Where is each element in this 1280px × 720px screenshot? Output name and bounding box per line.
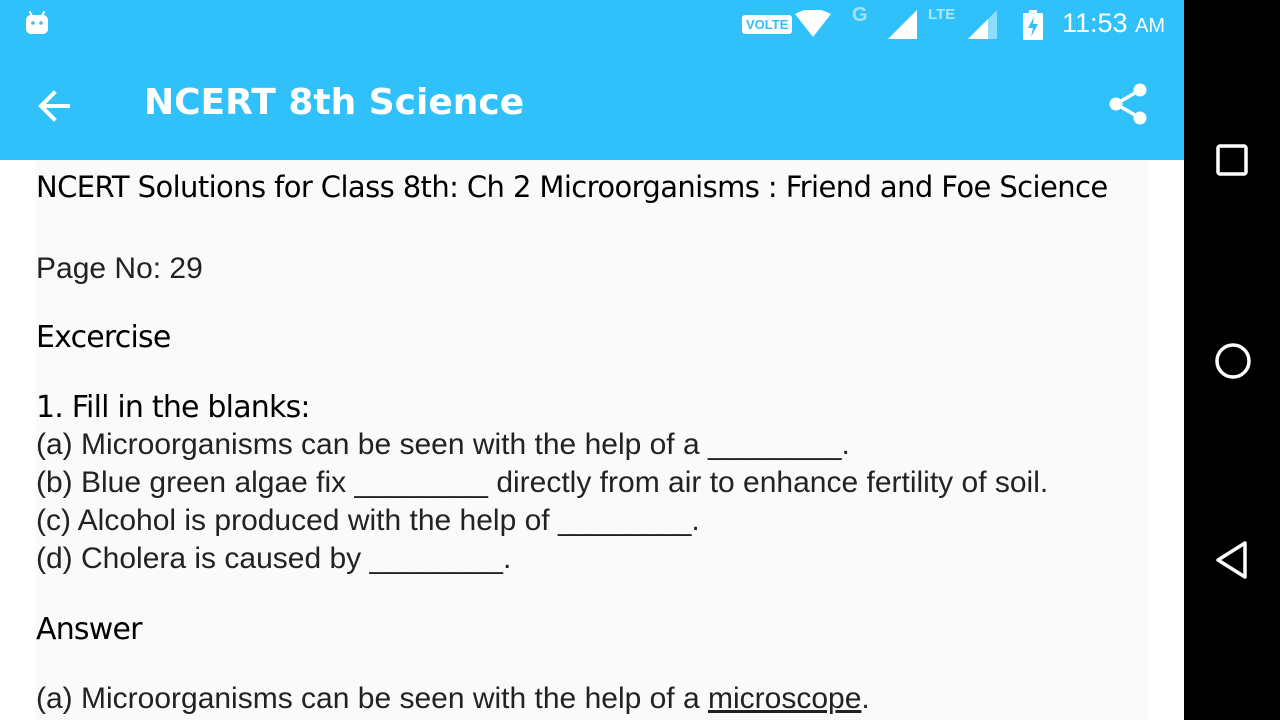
volte-badge: VOLTE [742, 15, 793, 34]
network-g-label: G [852, 4, 868, 26]
answer-value: microscope [708, 682, 862, 715]
article-title: NCERT Solutions for Class 8th: Ch 2 Micr… [36, 170, 1108, 204]
question-line: (c) Alcohol is produced with the help of… [36, 504, 700, 537]
arrow-back-icon[interactable] [30, 82, 82, 130]
cell-signal-icon [888, 10, 917, 39]
page-number: Page No: 29 [36, 252, 203, 285]
question-line: (d) Cholera is caused by ________. [36, 542, 512, 575]
app-bar: NCERT 8th Science [0, 52, 1184, 160]
status-bar: VOLTE G LTE 11:53 AM [0, 0, 1184, 52]
app-title: NCERT 8th Science [144, 82, 525, 123]
answer-line: (a) Microorganisms can be seen with the … [36, 682, 870, 715]
square-recents-icon[interactable] [1216, 144, 1248, 176]
triangle-back-icon[interactable] [1214, 540, 1250, 580]
status-clock: 11:53 AM [1062, 8, 1166, 38]
wifi-icon [795, 10, 831, 37]
network-lte-label: LTE [928, 6, 956, 23]
question-line: (a) Microorganisms can be seen with the … [36, 428, 850, 461]
answer-heading: Answer [36, 612, 143, 647]
article-content[interactable]: NCERT Solutions for Class 8th: Ch 2 Micr… [0, 160, 1184, 720]
question-line: (b) Blue green algae fix ________ direct… [36, 466, 1049, 499]
circle-home-icon[interactable] [1214, 342, 1252, 380]
android-notification-icon [26, 11, 48, 34]
question-heading: 1. Fill in the blanks: [36, 390, 311, 425]
exercise-heading: Excercise [36, 320, 171, 355]
share-icon[interactable] [1104, 80, 1152, 128]
battery-charging-icon [1023, 10, 1043, 40]
cell-signal-2-icon [968, 10, 997, 39]
navigation-bar [1184, 0, 1280, 720]
